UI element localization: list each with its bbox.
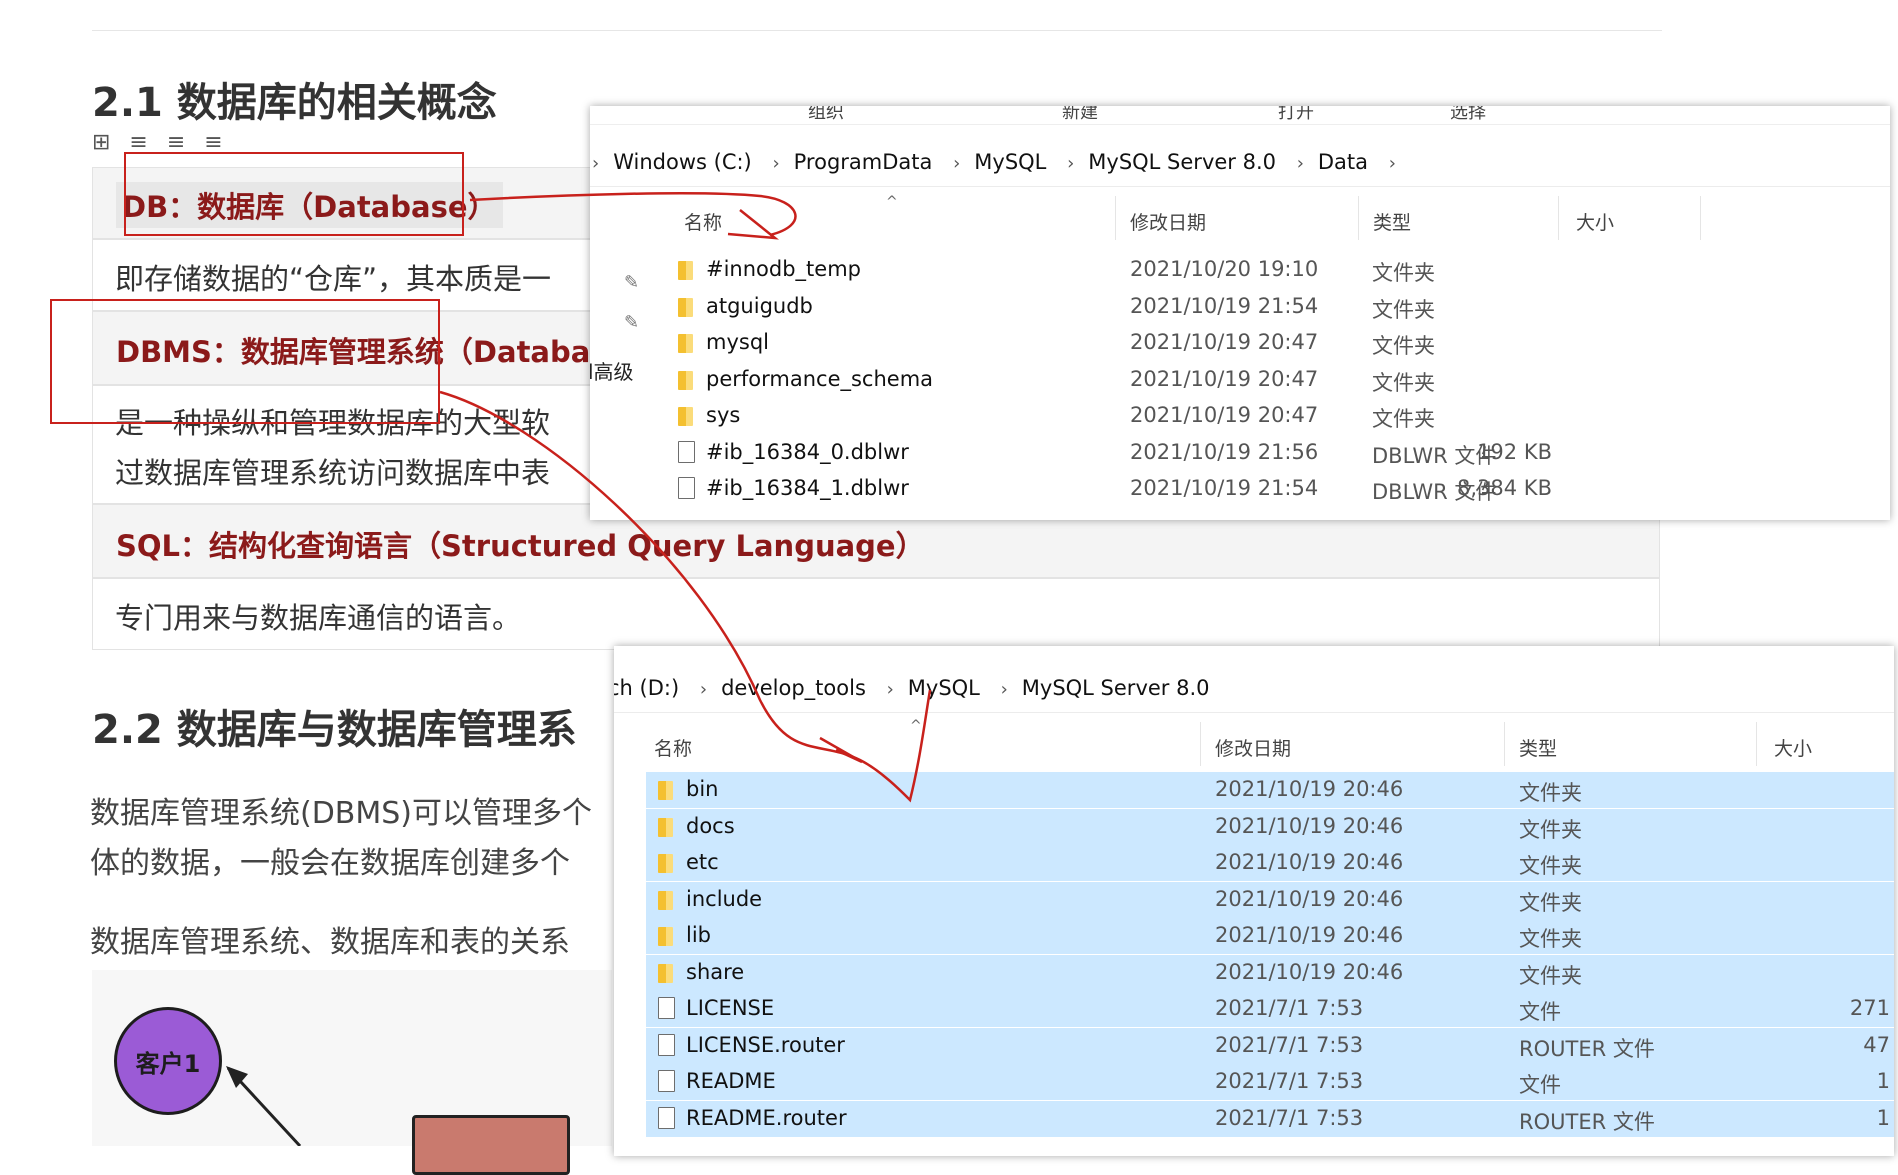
annotation-arrows bbox=[226, 192, 932, 1146]
arrow-dbms-to-bin bbox=[439, 390, 932, 803]
arrow-db-arrowhead bbox=[727, 209, 779, 240]
